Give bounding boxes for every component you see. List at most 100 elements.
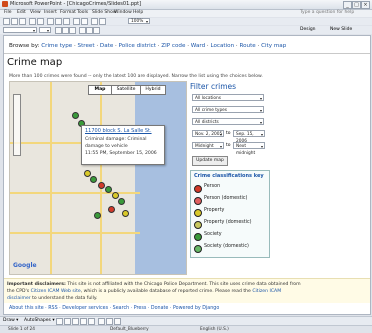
district-select[interactable]: All districts ▾ xyxy=(192,118,264,125)
crime-marker[interactable] xyxy=(122,210,129,217)
browse-crime-type[interactable]: Crime type xyxy=(41,43,72,49)
browse-zip[interactable]: ZIP code xyxy=(161,43,185,49)
chart-icon[interactable] xyxy=(91,18,98,25)
copy-icon[interactable] xyxy=(55,18,62,25)
crime-marker[interactable] xyxy=(90,176,97,183)
align-right-icon[interactable] xyxy=(93,27,100,34)
bold-icon[interactable] xyxy=(55,27,62,34)
crime-marker[interactable] xyxy=(72,112,79,119)
popup-line: damage to vehicle xyxy=(85,144,128,149)
autoshapes-menu[interactable]: AutoShapes ▾ xyxy=(24,318,55,323)
browse-ward[interactable]: Ward xyxy=(191,43,205,49)
property-marker-icon xyxy=(194,209,202,217)
table-icon[interactable] xyxy=(99,18,106,25)
design-button[interactable]: Design xyxy=(300,27,316,32)
browse-street[interactable]: Street xyxy=(78,43,95,49)
crime-type-select[interactable]: All crime types ▾ xyxy=(192,106,264,113)
drawing-toolbar: Draw ▾ AutoShapes ▾ xyxy=(0,316,372,325)
line-color-icon[interactable] xyxy=(106,318,113,325)
powerpoint-icon xyxy=(2,1,8,7)
location-select[interactable]: All locations ▾ xyxy=(192,94,264,101)
font-select[interactable]: ▾ xyxy=(3,27,37,33)
preview-icon[interactable] xyxy=(37,18,44,25)
maximize-button[interactable]: □ xyxy=(352,1,361,9)
time-to-select[interactable]: Next midnight ▾ xyxy=(233,142,265,156)
browse-police-district[interactable]: Police district xyxy=(119,43,156,49)
map-road xyxy=(10,192,140,194)
textbox-icon[interactable] xyxy=(88,318,95,325)
map-road xyxy=(10,232,140,234)
design-name: Default_Blueberry xyxy=(110,327,149,332)
draw-menu[interactable]: Draw ▾ xyxy=(3,318,18,323)
date-to-select[interactable]: Sep. 15, 2006▾ xyxy=(233,130,265,144)
update-map-button[interactable]: Update map xyxy=(192,156,228,166)
tab-hybrid[interactable]: Hybrid xyxy=(140,85,166,95)
tab-satellite[interactable]: Satellite xyxy=(111,85,141,95)
print-icon[interactable] xyxy=(29,18,36,25)
menu-help[interactable]: Help xyxy=(133,10,143,15)
undo-icon[interactable] xyxy=(73,18,80,25)
date-from-select[interactable]: Nov. 2, 2005 ▾ xyxy=(192,130,224,137)
crime-marker[interactable] xyxy=(108,206,115,213)
crime-marker[interactable] xyxy=(118,198,125,205)
crime-marker[interactable] xyxy=(112,192,119,199)
align-left-icon[interactable] xyxy=(79,27,86,34)
browse-location[interactable]: Location xyxy=(210,43,234,49)
font-size-select[interactable]: ▾ xyxy=(39,27,51,33)
menu-tools[interactable]: Tools xyxy=(77,10,88,15)
divider xyxy=(4,53,370,54)
menu-view[interactable]: View xyxy=(30,10,41,15)
cut-icon[interactable] xyxy=(47,18,54,25)
key-title: Crime classifications key xyxy=(194,173,264,179)
minimize-button[interactable]: _ xyxy=(343,1,352,9)
slide-canvas: Browse by: Crime type · Street · Date · … xyxy=(3,35,371,315)
footer-links[interactable]: About this site · RSS · Developer servic… xyxy=(9,306,219,311)
open-icon[interactable] xyxy=(11,18,18,25)
line-icon[interactable] xyxy=(56,318,63,325)
arrow-icon[interactable] xyxy=(64,318,71,325)
align-center-icon[interactable] xyxy=(86,27,93,34)
standard-toolbar: 100% ▾ xyxy=(0,18,372,25)
citizen-icam-link-2[interactable]: Citizen ICAM xyxy=(252,289,281,294)
menu-edit[interactable]: Edit xyxy=(17,10,26,15)
language: English (U.S.) xyxy=(200,327,229,332)
redo-icon[interactable] xyxy=(81,18,88,25)
italic-icon[interactable] xyxy=(62,27,69,34)
menu-file[interactable]: File xyxy=(4,10,12,15)
rectangle-icon[interactable] xyxy=(72,318,79,325)
browse-date[interactable]: Date xyxy=(100,43,113,49)
help-search-input[interactable]: Type a question for help xyxy=(300,10,354,15)
time-from-select[interactable]: Midnight ▾ xyxy=(192,142,224,149)
oval-icon[interactable] xyxy=(80,318,87,325)
menu-insert[interactable]: Insert xyxy=(44,10,57,15)
fill-color-icon[interactable] xyxy=(98,318,105,325)
crime-marker[interactable] xyxy=(84,170,91,177)
key-label: Person xyxy=(204,184,221,189)
popup-address-link[interactable]: 11700 block S. La Salle St. xyxy=(85,128,152,134)
menu-window[interactable]: Window xyxy=(114,10,132,15)
date-to-label: to xyxy=(226,131,231,136)
tab-map[interactable]: Map xyxy=(88,85,112,95)
zoom-select[interactable]: 100% ▾ xyxy=(128,18,150,24)
key-row: Person (domestic) xyxy=(194,195,266,205)
new-slide-button[interactable]: New Slide xyxy=(330,27,352,32)
crime-marker[interactable] xyxy=(105,186,112,193)
save-icon[interactable] xyxy=(19,18,26,25)
citizen-icam-link[interactable]: Citizen ICAM Web site xyxy=(31,289,81,294)
paste-icon[interactable] xyxy=(63,18,70,25)
menu-format[interactable]: Format xyxy=(60,10,76,15)
new-icon[interactable] xyxy=(3,18,10,25)
browse-city-map[interactable]: City map xyxy=(261,43,286,49)
underline-icon[interactable] xyxy=(69,27,76,34)
map-road xyxy=(50,82,52,274)
browse-route[interactable]: Route xyxy=(239,43,255,49)
menu-slide-show[interactable]: Slide Show xyxy=(92,10,117,15)
crime-marker[interactable] xyxy=(98,182,105,189)
crime-marker[interactable] xyxy=(94,212,101,219)
close-button[interactable]: × xyxy=(361,1,370,9)
crime-map[interactable]: Map Satellite Hybrid 11700 block S. La S… xyxy=(9,81,187,275)
disclaimer-link[interactable]: disclaimer xyxy=(7,296,31,301)
font-color-icon[interactable] xyxy=(114,318,121,325)
popup-line: Criminal damage: Criminal xyxy=(85,137,147,142)
map-zoom-control[interactable] xyxy=(13,94,21,156)
